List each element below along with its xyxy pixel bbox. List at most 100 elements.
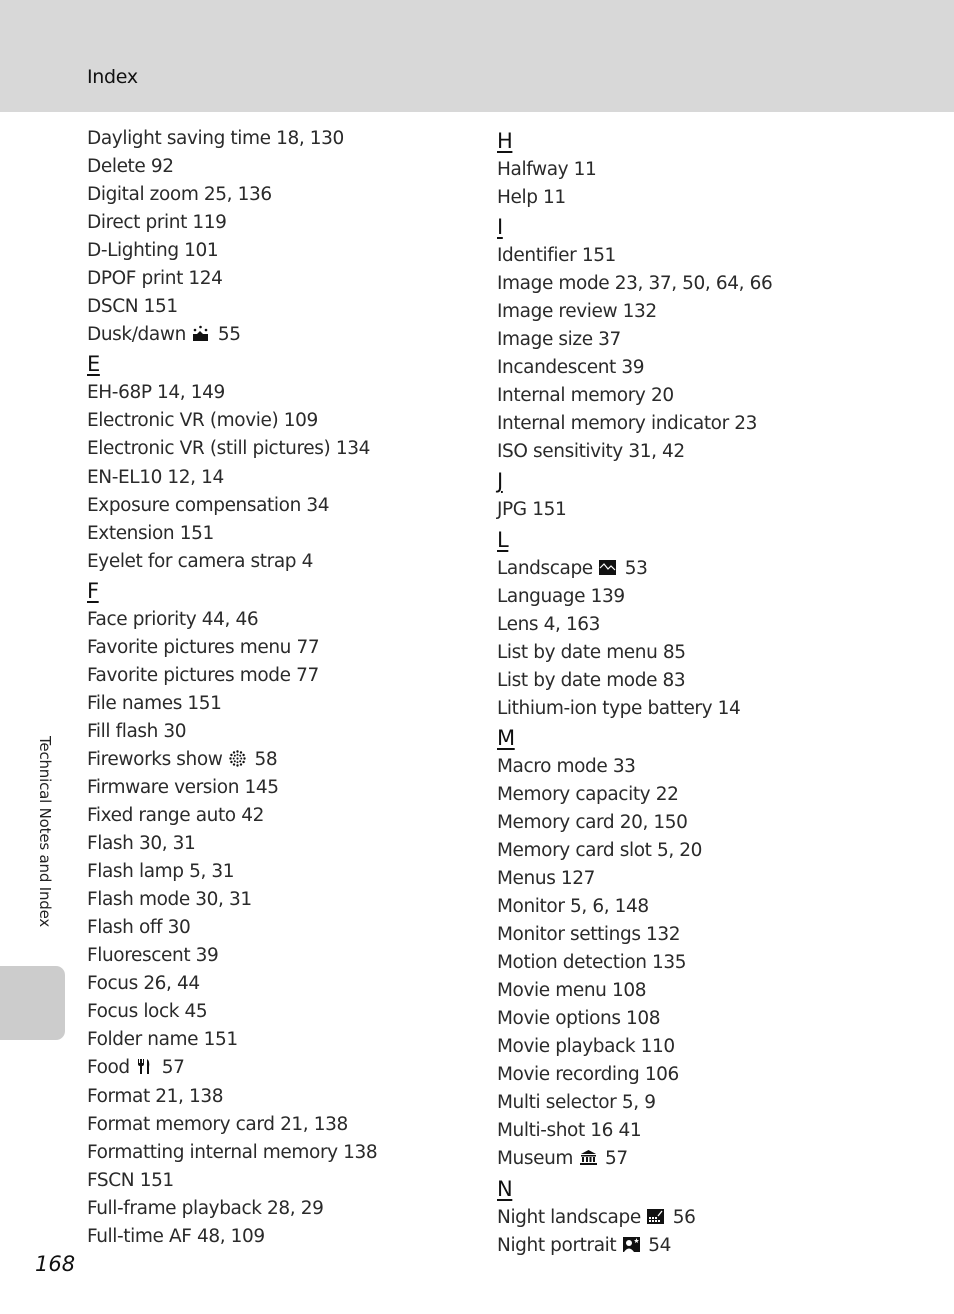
entry-text: Night landscape: [497, 1206, 641, 1228]
entry-text: D-Lighting 101: [87, 240, 219, 262]
index-letter-heading: F: [87, 576, 377, 606]
letter-label: I: [497, 215, 503, 240]
entry-text: List by date mode 83: [497, 669, 686, 691]
entry-text: Folder name 151: [87, 1029, 238, 1051]
index-entry: Internal memory 20: [497, 382, 772, 410]
entry-text: Internal memory indicator 23: [497, 413, 758, 435]
entry-text: DPOF print 124: [87, 268, 223, 290]
index-entry: Multi selector 5, 9: [497, 1089, 772, 1117]
letter-label: F: [87, 578, 99, 603]
fireworks-icon: [228, 750, 247, 767]
entry-text: EH-68P 14, 149: [87, 382, 225, 404]
entry-text: Movie menu 108: [497, 980, 647, 1002]
section-side-label: Technical Notes and Index: [36, 736, 54, 928]
index-entry: EH-68P 14, 149: [87, 379, 377, 407]
index-letter-heading: H: [497, 126, 772, 156]
entry-text: Electronic VR (still pictures) 134: [87, 438, 370, 460]
entry-text: File names 151: [87, 692, 222, 714]
museum-icon: [579, 1149, 598, 1166]
index-entry: Landscape 53: [497, 555, 772, 583]
entry-text: Exposure compensation 34: [87, 494, 330, 516]
entry-text: Extension 151: [87, 522, 214, 544]
entry-text: Multi-shot 16 41: [497, 1120, 642, 1142]
entry-text: Night portrait: [497, 1234, 617, 1256]
letter-label: E: [87, 352, 100, 377]
entry-pages: 57: [605, 1148, 628, 1170]
entry-text: Identifier 151: [497, 245, 616, 267]
index-entry: Focus 26, 44: [87, 970, 377, 998]
index-entry: Exposure compensation 34: [87, 492, 377, 520]
index-entry: Flash lamp 5, 31: [87, 858, 377, 886]
index-entry: Flash 30, 31: [87, 830, 377, 858]
index-entry: Full-frame playback 28, 29: [87, 1195, 377, 1223]
entry-text: Daylight saving time 18, 130: [87, 128, 344, 149]
index-entry: FSCN 151: [87, 1167, 377, 1195]
index-entry: Fireworks show 58: [87, 746, 377, 774]
index-entry: Macro mode 33: [497, 753, 772, 781]
entry-text: Lithium-ion type battery 14: [497, 697, 741, 719]
entry-text: Landscape: [497, 557, 593, 579]
entry-text: Fluorescent 39: [87, 945, 219, 967]
entry-text: Dusk/dawn: [87, 324, 186, 346]
entry-text: Memory capacity 22: [497, 783, 679, 805]
index-letter-heading: M: [497, 723, 772, 753]
index-entry: Direct print 119: [87, 209, 377, 237]
night-landscape-icon: [646, 1208, 665, 1225]
entry-text: Face priority 44, 46: [87, 608, 259, 630]
entry-text: Flash mode 30, 31: [87, 889, 252, 911]
letter-label: N: [497, 1176, 513, 1201]
entry-text: Full-frame playback 28, 29: [87, 1197, 324, 1219]
index-entry: Memory card slot 5, 20: [497, 837, 772, 865]
index-entry: Delete 92: [87, 153, 377, 181]
entry-text: Memory card 20, 150: [497, 811, 688, 833]
entry-text: Help 11: [497, 187, 566, 209]
index-entry: Memory capacity 22: [497, 781, 772, 809]
index-entry: Lithium-ion type battery 14: [497, 695, 772, 723]
index-entry: Digital zoom 25, 136: [87, 181, 377, 209]
index-entry: D-Lighting 101: [87, 237, 377, 265]
index-entry: Halfway 11: [497, 156, 772, 184]
entry-text: Image mode 23, 37, 50, 64, 66: [497, 273, 773, 295]
page-header: Index: [0, 0, 954, 112]
index-entry: Identifier 151: [497, 242, 772, 270]
entry-text: Incandescent 39: [497, 357, 645, 379]
entry-text: DSCN 151: [87, 296, 178, 318]
entry-text: Lens 4, 163: [497, 613, 601, 635]
index-letter-heading: I: [497, 212, 772, 242]
entry-text: Monitor settings 132: [497, 924, 681, 946]
index-entry: Incandescent 39: [497, 354, 772, 382]
index-entry: Image mode 23, 37, 50, 64, 66: [497, 270, 773, 298]
index-entry: Memory card 20, 150: [497, 809, 772, 837]
entry-text: Full-time AF 48, 109: [87, 1225, 265, 1247]
entry-text: Direct print 119: [87, 212, 227, 234]
index-entry: Movie options 108: [497, 1005, 772, 1033]
index-entry: DPOF print 124: [87, 265, 377, 293]
index-entry: Extension 151: [87, 520, 377, 548]
index-entry: Night portrait 54: [497, 1232, 772, 1260]
entry-text: Motion detection 135: [497, 952, 687, 974]
index-entry: List by date mode 83: [497, 667, 772, 695]
entry-text: Formatting internal memory 138: [87, 1141, 378, 1163]
entry-text: Digital zoom 25, 136: [87, 184, 272, 206]
index-entry: Firmware version 145: [87, 774, 377, 802]
entry-pages: 56: [672, 1206, 696, 1228]
entry-text: Language 139: [497, 585, 625, 607]
entry-text: Monitor 5, 6, 148: [497, 896, 649, 918]
index-entry: Image review 132: [497, 298, 772, 326]
entry-text: Delete 92: [87, 156, 174, 178]
night-portrait-icon: [622, 1236, 641, 1253]
index-entry: Monitor 5, 6, 148: [497, 893, 772, 921]
entry-pages: 58: [254, 748, 278, 770]
index-letter-heading: J: [497, 466, 772, 496]
entry-text: Movie playback 110: [497, 1036, 675, 1058]
entry-text: Flash off 30: [87, 917, 191, 939]
index-entry: JPG 151: [497, 496, 772, 524]
index-entry: Format memory card 21, 138: [87, 1111, 377, 1139]
entry-text: Image review 132: [497, 301, 657, 323]
entry-text: JPG 151: [497, 499, 567, 521]
index-entry: Help 11: [497, 184, 772, 212]
entry-text: Electronic VR (movie) 109: [87, 410, 318, 432]
index-entry: Fixed range auto 42: [87, 802, 377, 830]
index-column-right: H Halfway 11 Help 11 I Identifier 151 Image m…: [497, 126, 773, 1260]
entry-text: Favorite pictures mode 77: [87, 664, 319, 686]
